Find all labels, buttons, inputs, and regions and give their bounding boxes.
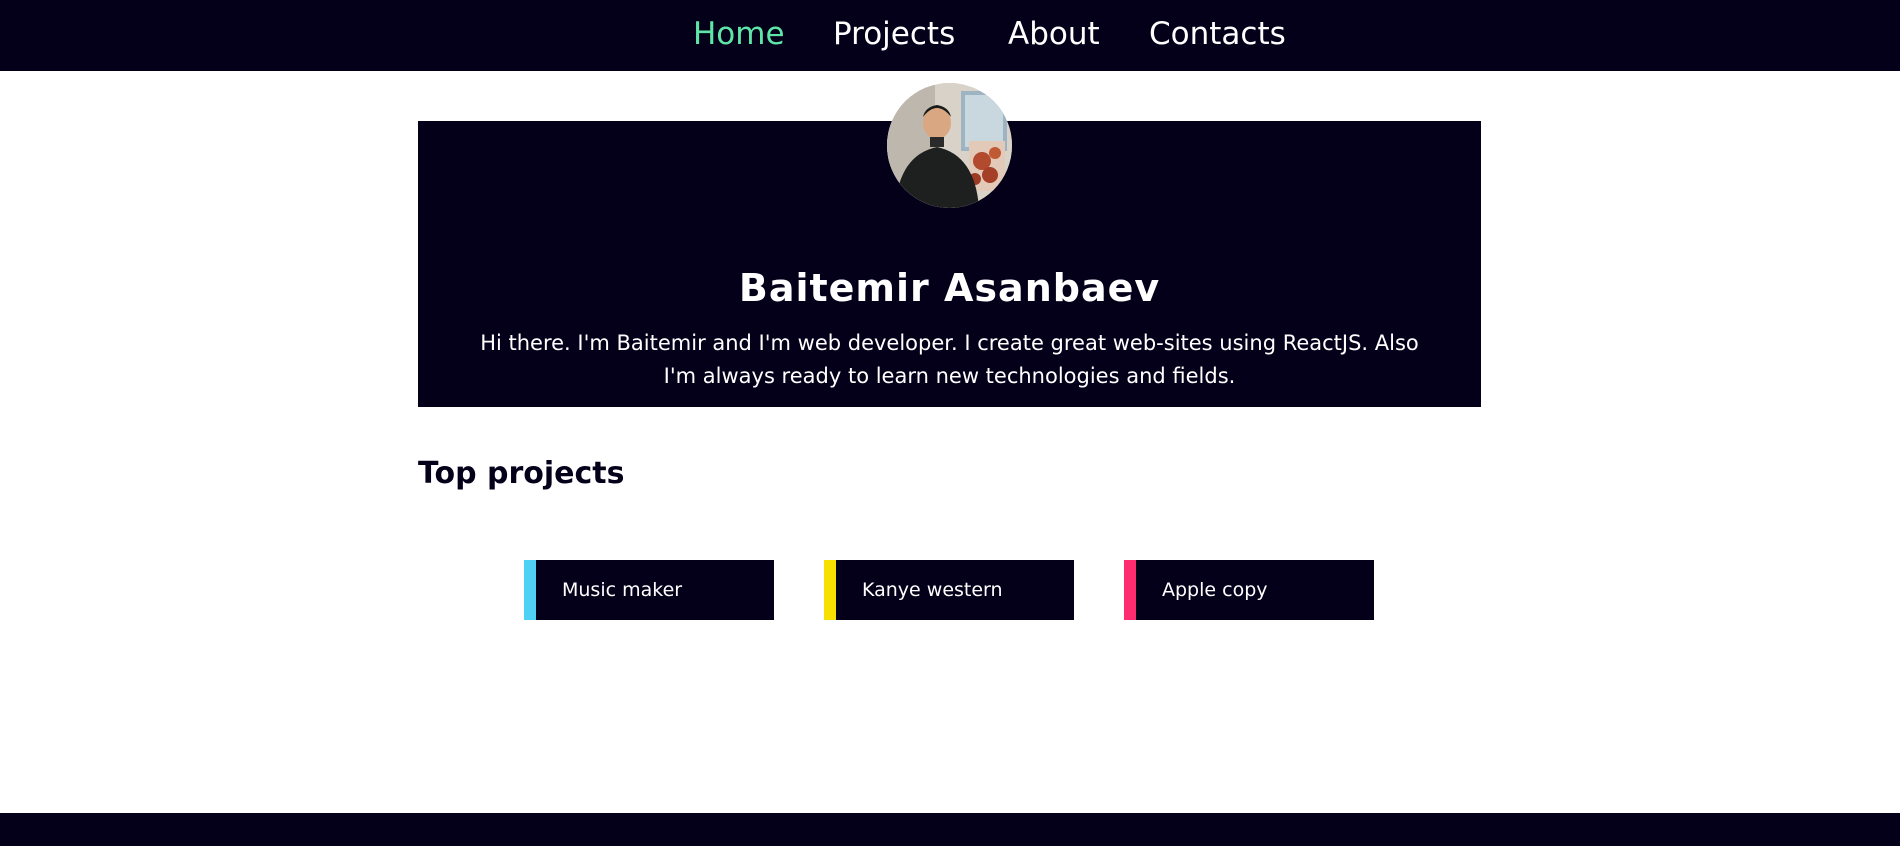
project-label: Kanye western [862, 579, 1003, 601]
project-label: Apple copy [1162, 579, 1268, 601]
top-projects-title: Top projects [418, 455, 625, 491]
project-accent-bar [524, 560, 536, 620]
nav-contacts-link[interactable]: Contacts [1149, 14, 1286, 54]
project-label: Music maker [562, 579, 683, 601]
page-footer [0, 813, 1900, 846]
profile-photo-icon [887, 83, 1012, 208]
profile-name: Baitemir Asanbaev [738, 266, 1161, 311]
profile-bio: Hi there. I'm Baitemir and I'm web devel… [480, 331, 1419, 388]
project-card-kanye-western[interactable]: Kanye western [824, 560, 1074, 620]
project-accent-bar [1124, 560, 1136, 620]
project-accent-bar [824, 560, 836, 620]
nav-projects-link[interactable]: Projects [833, 14, 955, 54]
project-card-apple-copy[interactable]: Apple copy [1124, 560, 1374, 620]
nav-home-link[interactable]: Home [693, 14, 785, 54]
top-navbar: Home Projects About Contacts [0, 0, 1900, 71]
project-card-music-maker[interactable]: Music maker [524, 560, 774, 620]
nav-about-link[interactable]: About [1008, 14, 1100, 54]
avatar [887, 83, 1012, 208]
